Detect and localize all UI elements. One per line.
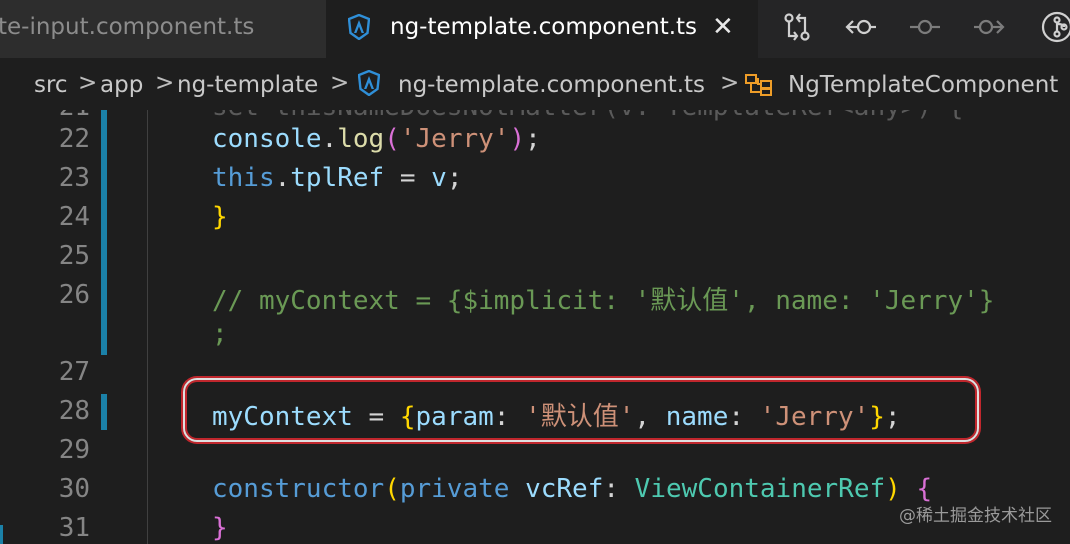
tab-label: ng-template.component.ts — [390, 14, 698, 40]
modified-line-indicator — [0, 525, 3, 544]
next-change-icon[interactable] — [972, 10, 1006, 44]
line-number: 25 — [58, 241, 90, 271]
line-number: 22 — [58, 124, 90, 154]
breadcrumb-item-src[interactable]: src — [34, 72, 68, 98]
code-line-30: constructor(private vcRef: ViewContainer… — [212, 474, 933, 504]
breadcrumb-separator: > — [78, 70, 98, 96]
breadcrumb: src > app > ng-template > ng-template.co… — [0, 58, 1070, 110]
compare-changes-icon[interactable] — [780, 10, 814, 44]
line-number: 30 — [58, 474, 90, 504]
breadcrumb-item-app[interactable]: app — [100, 72, 143, 98]
angular-icon — [357, 69, 381, 102]
commit-icon[interactable] — [908, 10, 942, 44]
previous-change-icon[interactable] — [844, 10, 878, 44]
code-line-26: // myContext = {$implicit: '默认值', name: … — [212, 286, 995, 316]
line-number: 28 — [58, 396, 90, 426]
line-number: 23 — [58, 163, 90, 193]
modified-line-indicator — [101, 110, 107, 355]
highlight-box — [183, 378, 979, 442]
breadcrumb-item-symbol[interactable]: NgTemplateComponent — [788, 72, 1058, 98]
code-editor[interactable]: 21 22 23 24 25 26 27 28 29 30 31 set thi… — [0, 110, 1070, 544]
git-graph-icon[interactable] — [1040, 10, 1070, 44]
breadcrumb-separator: > — [720, 70, 740, 96]
tab-active[interactable]: ng-template.component.ts ✕ — [326, 0, 758, 58]
line-number-gutter: 21 22 23 24 25 26 27 28 29 30 31 — [0, 110, 110, 544]
code-line-23: this.tplRef = v; — [212, 163, 463, 193]
code-line-24: } — [212, 202, 228, 232]
code-line-31: } — [212, 513, 228, 543]
tab-label: te-input.component.ts — [0, 14, 255, 40]
breadcrumb-item-file[interactable]: ng-template.component.ts — [398, 72, 705, 98]
breadcrumb-separator: > — [330, 70, 350, 96]
breadcrumb-item-folder[interactable]: ng-template — [177, 72, 318, 98]
modified-line-indicator — [101, 394, 107, 430]
line-number: 24 — [58, 202, 90, 232]
close-icon[interactable]: ✕ — [712, 12, 734, 42]
class-symbol-icon — [744, 73, 774, 103]
tab-inactive[interactable]: te-input.component.ts — [0, 0, 326, 58]
code-line-21: set thisNameDoesNotMatter(v: TemplateRef… — [212, 110, 963, 122]
line-number: 26 — [58, 280, 90, 310]
line-number: 29 — [58, 435, 90, 465]
breadcrumb-separator: > — [155, 70, 175, 96]
code-line-26-wrap: ; — [212, 319, 228, 349]
watermark: @稀土掘金技术社区 — [899, 506, 1052, 526]
line-number: 21 — [10, 110, 90, 122]
line-number: 27 — [58, 357, 90, 387]
angular-icon — [347, 13, 371, 46]
line-number: 31 — [58, 513, 90, 543]
code-line-22: console.log('Jerry'); — [212, 124, 541, 154]
indent-guide — [147, 110, 148, 544]
tab-bar: te-input.component.ts ng-template.compon… — [0, 0, 1070, 58]
